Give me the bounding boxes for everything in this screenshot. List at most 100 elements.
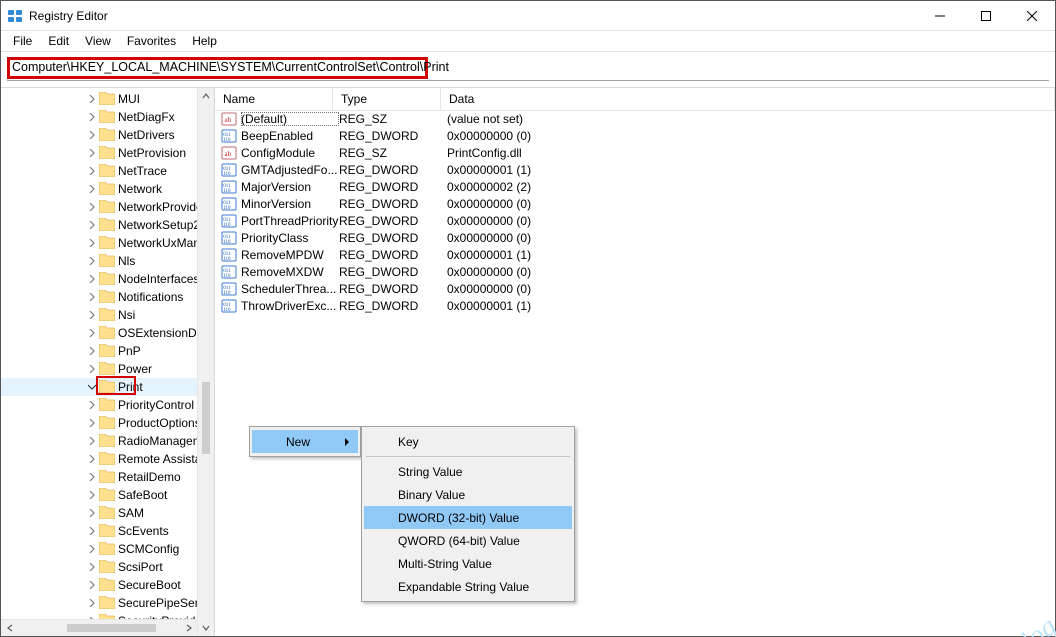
menu-view[interactable]: View [77,32,119,50]
chevron-right-icon[interactable] [87,202,97,212]
chevron-right-icon[interactable] [87,544,97,554]
tree-item-secureboot[interactable]: SecureBoot [1,576,214,594]
tree-item-remote-assistance[interactable]: Remote Assistance [1,450,214,468]
context-menu[interactable]: New [249,426,361,457]
context-item-dword[interactable]: DWORD (32-bit) Value [364,506,572,529]
tree-item-nettrace[interactable]: NetTrace [1,162,214,180]
chevron-right-icon[interactable] [87,472,97,482]
tree-item-power[interactable]: Power [1,360,214,378]
col-name[interactable]: Name [215,88,333,110]
tree-item-scsiport[interactable]: ScsiPort [1,558,214,576]
chevron-right-icon[interactable] [87,292,97,302]
chevron-down-icon[interactable] [87,382,97,392]
context-submenu-new[interactable]: Key String Value Binary Value DWORD (32-… [361,426,575,602]
scroll-down-icon[interactable] [198,619,214,636]
maximize-button[interactable] [963,1,1009,30]
chevron-right-icon[interactable] [87,562,97,572]
list-row[interactable]: 011110RemoveMXDWREG_DWORD0x00000000 (0) [215,264,1055,281]
menu-edit[interactable]: Edit [40,32,77,50]
tree-item-retaildemo[interactable]: RetailDemo [1,468,214,486]
chevron-right-icon[interactable] [87,400,97,410]
chevron-right-icon[interactable] [87,148,97,158]
list-row[interactable]: 011110SchedulerThrea...REG_DWORD0x000000… [215,281,1055,298]
tree-item-mui[interactable]: MUI [1,90,214,108]
minimize-button[interactable] [917,1,963,30]
scroll-up-icon[interactable] [198,88,214,105]
context-item-expand[interactable]: Expandable String Value [364,575,572,598]
tree-item-scmconfig[interactable]: SCMConfig [1,540,214,558]
chevron-right-icon[interactable] [87,526,97,536]
address-bar[interactable]: Computer\HKEY_LOCAL_MACHINE\SYSTEM\Curre… [12,60,449,74]
tree-vertical-scrollbar[interactable] [197,88,214,636]
chevron-right-icon[interactable] [87,220,97,230]
tree-item-sam[interactable]: SAM [1,504,214,522]
tree-item-netprovision[interactable]: NetProvision [1,144,214,162]
tree-item-safeboot[interactable]: SafeBoot [1,486,214,504]
chevron-right-icon[interactable] [87,130,97,140]
menu-favorites[interactable]: Favorites [119,32,184,50]
tree-item-nodeinterfaces[interactable]: NodeInterfaces [1,270,214,288]
context-item-string[interactable]: String Value [364,460,572,483]
chevron-right-icon[interactable] [87,184,97,194]
scroll-left-icon[interactable] [1,620,18,636]
tree-item-networkuxmanager[interactable]: NetworkUxManager [1,234,214,252]
tree-item-print[interactable]: Print [1,378,214,396]
context-item-multi[interactable]: Multi-String Value [364,552,572,575]
tree-item-radiomanagement[interactable]: RadioManagement [1,432,214,450]
context-item-key[interactable]: Key [364,430,572,453]
list-row[interactable]: 011110MinorVersionREG_DWORD0x00000000 (0… [215,196,1055,213]
tree-item-osextensiondatabase[interactable]: OSExtensionDatabase [1,324,214,342]
chevron-right-icon[interactable] [87,346,97,356]
context-item-qword[interactable]: QWORD (64-bit) Value [364,529,572,552]
list-row[interactable]: 011110PriorityClassREG_DWORD0x00000000 (… [215,230,1055,247]
chevron-right-icon[interactable] [87,310,97,320]
col-data[interactable]: Data [441,88,1055,110]
tree-item-networksetup2[interactable]: NetworkSetup2 [1,216,214,234]
col-type[interactable]: Type [333,88,441,110]
chevron-right-icon[interactable] [87,112,97,122]
list-row[interactable]: abConfigModuleREG_SZPrintConfig.dll [215,145,1055,162]
chevron-right-icon[interactable] [87,436,97,446]
list-row[interactable]: 011110GMTAdjustedFo...REG_DWORD0x0000000… [215,162,1055,179]
list-row[interactable]: ab(Default)REG_SZ(value not set) [215,111,1055,128]
chevron-right-icon[interactable] [87,454,97,464]
tree-item-nsi[interactable]: Nsi [1,306,214,324]
tree-item-securepipeservers[interactable]: SecurePipeServers [1,594,214,612]
chevron-right-icon[interactable] [87,490,97,500]
chevron-right-icon[interactable] [87,598,97,608]
context-item-binary[interactable]: Binary Value [364,483,572,506]
chevron-right-icon[interactable] [87,580,97,590]
list-row[interactable]: 011110MajorVersionREG_DWORD0x00000002 (2… [215,179,1055,196]
tree-scroll-thumb[interactable] [202,382,210,454]
close-button[interactable] [1009,1,1055,30]
chevron-right-icon[interactable] [87,274,97,284]
chevron-right-icon[interactable] [87,94,97,104]
tree-item-prioritycontrol[interactable]: PriorityControl [1,396,214,414]
menu-file[interactable]: File [5,32,40,50]
context-item-new[interactable]: New [252,430,358,453]
chevron-right-icon[interactable] [87,418,97,428]
tree-hscroll-thumb[interactable] [67,624,156,632]
tree-item-scevents[interactable]: ScEvents [1,522,214,540]
list-row[interactable]: 011110RemoveMPDWREG_DWORD0x00000001 (1) [215,247,1055,264]
chevron-right-icon[interactable] [87,256,97,266]
chevron-right-icon[interactable] [87,166,97,176]
scroll-right-icon[interactable] [180,620,197,636]
tree-item-productoptions[interactable]: ProductOptions [1,414,214,432]
chevron-right-icon[interactable] [87,328,97,338]
list-row[interactable]: 011110PortThreadPriorityREG_DWORD0x00000… [215,213,1055,230]
list-row[interactable]: 011110BeepEnabledREG_DWORD0x00000000 (0) [215,128,1055,145]
tree-item-netdiagfx[interactable]: NetDiagFx [1,108,214,126]
list-row[interactable]: 011110ThrowDriverExc...REG_DWORD0x000000… [215,298,1055,315]
tree-view[interactable]: MUINetDiagFxNetDriversNetProvisionNetTra… [1,88,215,636]
chevron-right-icon[interactable] [87,508,97,518]
menu-help[interactable]: Help [184,32,225,50]
tree-item-nls[interactable]: Nls [1,252,214,270]
tree-item-notifications[interactable]: Notifications [1,288,214,306]
tree-item-netdrivers[interactable]: NetDrivers [1,126,214,144]
list-view[interactable]: Name Type Data ab(Default)REG_SZ(value n… [215,88,1055,636]
tree-horizontal-scrollbar[interactable] [1,619,197,636]
tree-item-network[interactable]: Network [1,180,214,198]
chevron-right-icon[interactable] [87,364,97,374]
tree-item-networkprovider[interactable]: NetworkProvider [1,198,214,216]
